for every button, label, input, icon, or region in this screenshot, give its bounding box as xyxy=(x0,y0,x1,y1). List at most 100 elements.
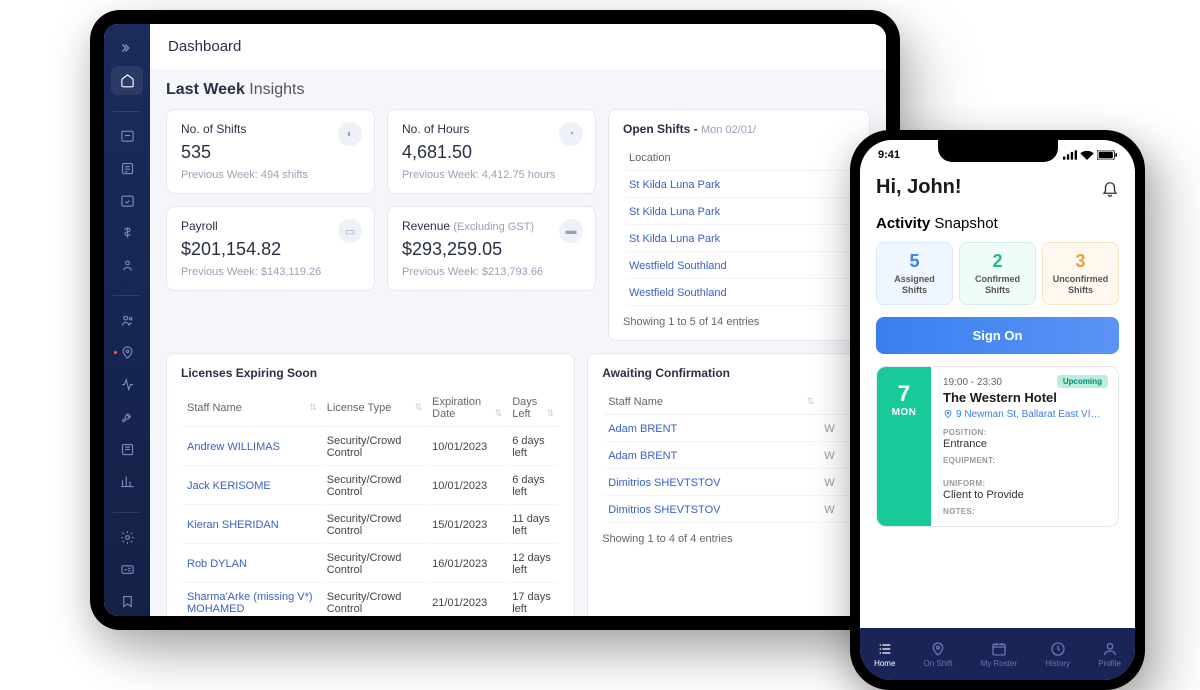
staff-link[interactable]: Andrew WILLIMAS xyxy=(183,429,321,466)
greeting: Hi, John! xyxy=(876,176,962,199)
sidebar-item-calendar-check[interactable] xyxy=(111,186,143,214)
table-cell: W xyxy=(820,444,853,469)
location-link[interactable]: St Kilda Luna Park xyxy=(625,227,853,252)
staff-link[interactable]: Kieran SHERIDAN xyxy=(183,507,321,544)
column-header[interactable]: Staff Name⇅ xyxy=(604,390,818,415)
card-title: No. of Hours xyxy=(402,122,581,136)
staff-link[interactable]: Jack KERISOME xyxy=(183,468,321,505)
activity-title: Activity Snapshot xyxy=(876,215,1119,232)
status-time: 9:41 xyxy=(878,149,900,161)
nav-roster[interactable]: My Roster xyxy=(981,641,1017,668)
location-link[interactable]: Westfield Southland xyxy=(625,281,853,306)
card-value: 4,681.50 xyxy=(402,142,581,163)
sidebar-item-sheet[interactable] xyxy=(111,154,143,182)
sidebar-item-calendar[interactable] xyxy=(111,122,143,150)
cash-icon: ▬ xyxy=(559,219,583,243)
card-shifts: ◐ No. of Shifts 535 Previous Week: 494 s… xyxy=(166,109,375,194)
table-row[interactable]: Westfield Southland xyxy=(625,254,853,279)
snapshot-card[interactable]: 5AssignedShifts xyxy=(876,242,953,305)
table-row[interactable]: Rob DYLANSecurity/Crowd Control16/01/202… xyxy=(183,546,558,583)
table-cell: W xyxy=(820,417,853,442)
sidebar-item-settings[interactable] xyxy=(111,523,143,551)
insights-title: Last Week Insights xyxy=(166,81,870,99)
staff-link[interactable]: Adam BRENT xyxy=(604,417,818,442)
table-cell: 15/01/2023 xyxy=(428,507,506,544)
sidebar-item-analytics[interactable] xyxy=(111,468,143,496)
staff-link[interactable]: Rob DYLAN xyxy=(183,546,321,583)
table-row[interactable]: Kieran SHERIDANSecurity/Crowd Control15/… xyxy=(183,507,558,544)
column-header[interactable]: License Type⇅ xyxy=(323,390,426,427)
sidebar-item-tools[interactable] xyxy=(111,403,143,431)
phone-device: 9:41 Hi, John! Activity Snapshot 5Assign… xyxy=(850,130,1145,690)
location-link[interactable]: Westfield Southland xyxy=(625,254,853,279)
column-header[interactable]: Expiration Date⇅ xyxy=(428,390,506,427)
table-row[interactable]: Andrew WILLIMASSecurity/Crowd Control10/… xyxy=(183,429,558,466)
nav-history[interactable]: History xyxy=(1045,641,1070,668)
column-header[interactable]: Days Left⇅ xyxy=(508,390,558,427)
table-row[interactable]: Adam BRENTW xyxy=(604,444,853,469)
table-row[interactable]: Dimitrios SHEVTSTOVW xyxy=(604,498,853,523)
table-footer: Showing 1 to 5 of 14 entries xyxy=(623,316,855,328)
nav-on-shift[interactable]: On Shift xyxy=(924,641,953,668)
nav-home[interactable]: Home xyxy=(874,641,895,668)
shift-address[interactable]: 9 Newman St, Ballarat East VI… xyxy=(943,409,1106,420)
table-cell: Security/Crowd Control xyxy=(323,468,426,505)
sidebar-item-location[interactable] xyxy=(111,338,143,366)
sidebar-item-activity[interactable] xyxy=(111,371,143,399)
gear-icon xyxy=(120,530,135,545)
sidebar-item-dollar[interactable] xyxy=(111,219,143,247)
snapshot-card[interactable]: 2ConfirmedShifts xyxy=(959,242,1036,305)
table-row[interactable]: Adam BRENTW xyxy=(604,417,853,442)
snapshot-card[interactable]: 3UnconfirmedShifts xyxy=(1042,242,1119,305)
sidebar-item-home[interactable] xyxy=(111,66,143,94)
location-link[interactable]: St Kilda Luna Park xyxy=(625,200,853,225)
clock-icon: ◔ xyxy=(559,122,583,146)
sidebar-item-report[interactable] xyxy=(111,435,143,463)
staff-link[interactable]: Dimitrios SHEVTSTOV xyxy=(604,498,818,523)
status-badge: Upcoming xyxy=(1057,375,1108,388)
table-row[interactable]: St Kilda Luna Park xyxy=(625,227,853,252)
shift-date: 7 MON xyxy=(877,367,931,526)
field-label: EQUIPMENT: xyxy=(943,456,1106,465)
sidebar-item-person[interactable] xyxy=(111,251,143,279)
sidebar-expand-button[interactable] xyxy=(111,34,143,62)
table-row[interactable]: Dimitrios SHEVTSTOVW xyxy=(604,471,853,496)
column-header[interactable]: Location xyxy=(625,146,853,171)
card-value: 535 xyxy=(181,142,360,163)
staff-link[interactable]: Sharma'Arke (missing V*) MOHAMED xyxy=(183,585,321,616)
page-title: Dashboard xyxy=(150,24,886,69)
table-cell: 16/01/2023 xyxy=(428,546,506,583)
sidebar-item-card[interactable] xyxy=(111,555,143,583)
bottom-nav: Home On Shift My Roster History Profile xyxy=(860,628,1135,680)
field-label: POSITION: xyxy=(943,428,1106,437)
shift-card[interactable]: 7 MON Upcoming 19:00 - 23:30 The Western… xyxy=(876,366,1119,527)
card-title: Payroll xyxy=(181,219,360,233)
table-row[interactable]: St Kilda Luna Park xyxy=(625,173,853,198)
notifications-button[interactable] xyxy=(1101,179,1119,197)
table-row[interactable]: Sharma'Arke (missing V*) MOHAMEDSecurity… xyxy=(183,585,558,616)
nav-profile[interactable]: Profile xyxy=(1098,641,1121,668)
snap-number: 5 xyxy=(881,251,948,272)
sidebar-item-bookmark[interactable] xyxy=(111,588,143,616)
bell-icon xyxy=(1101,179,1119,197)
card-prev: Previous Week: 4,412.75 hours xyxy=(402,169,581,181)
shift-day: 7 xyxy=(898,381,910,407)
table-row[interactable]: St Kilda Luna Park xyxy=(625,200,853,225)
location-link[interactable]: St Kilda Luna Park xyxy=(625,173,853,198)
table-row[interactable]: Westfield Southland xyxy=(625,281,853,306)
sign-on-button[interactable]: Sign On xyxy=(876,317,1119,354)
phone-notch xyxy=(938,140,1058,162)
sidebar-item-people[interactable] xyxy=(111,306,143,334)
snap-label: ConfirmedShifts xyxy=(964,274,1031,296)
money-icon: ▭ xyxy=(338,219,362,243)
table-row[interactable]: Jack KERISOMESecurity/Crowd Control10/01… xyxy=(183,468,558,505)
staff-link[interactable]: Adam BRENT xyxy=(604,444,818,469)
table-cell: 11 days left xyxy=(508,507,558,544)
snap-number: 2 xyxy=(964,251,1031,272)
staff-link[interactable]: Dimitrios SHEVTSTOV xyxy=(604,471,818,496)
table-cell: Security/Crowd Control xyxy=(323,507,426,544)
panel-title: Awaiting Confirmation xyxy=(602,366,855,380)
card-prev: Previous Week: 494 shifts xyxy=(181,169,360,181)
column-header[interactable]: Staff Name⇅ xyxy=(183,390,321,427)
wifi-icon xyxy=(1080,150,1094,160)
